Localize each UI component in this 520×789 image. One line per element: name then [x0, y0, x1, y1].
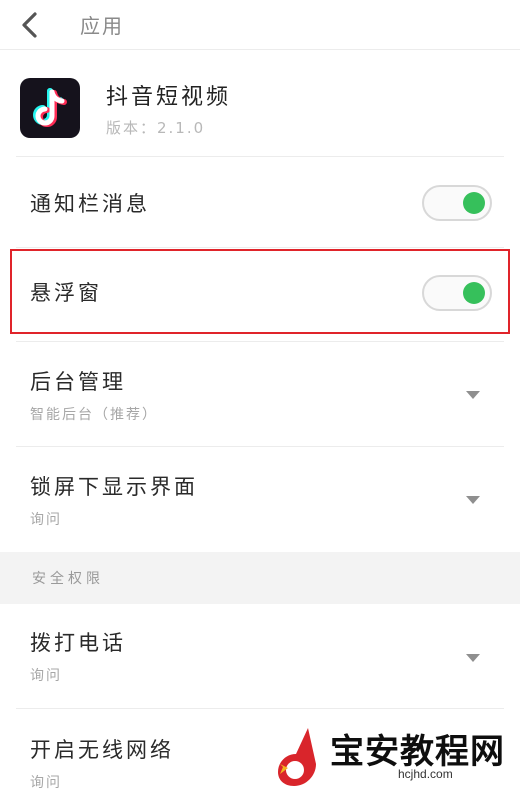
- caret-down-icon: [466, 496, 480, 504]
- background-management-value: 智能后台（推荐）: [30, 407, 158, 423]
- watermark-logo-icon: [278, 728, 316, 786]
- lockscreen-label: 锁屏下显示界面: [30, 475, 198, 499]
- toggle-knob: [463, 192, 485, 214]
- phone-call-value: 询问: [30, 668, 62, 684]
- watermark-url: hcjhd.com: [398, 767, 453, 781]
- wifi-value: 询问: [30, 775, 62, 789]
- watermark: 宝安教程网 hcjhd.com: [268, 722, 520, 789]
- section-label: 安全权限: [32, 571, 104, 587]
- divider: [16, 247, 504, 248]
- caret-down-icon: [466, 391, 480, 399]
- app-version: 版本：2.1.0: [106, 118, 206, 137]
- wifi-label: 开启无线网络: [30, 738, 174, 762]
- app-info: 抖音短视频 版本：2.1.0: [0, 62, 520, 154]
- chevron-left-icon: [22, 11, 37, 38]
- caret-down-icon: [466, 654, 480, 662]
- background-management-row[interactable]: 后台管理 智能后台（推荐）: [0, 345, 520, 445]
- lockscreen-value: 询问: [30, 512, 62, 528]
- section-header: 安全权限: [0, 552, 520, 604]
- app-name: 抖音短视频: [106, 84, 232, 110]
- notification-row[interactable]: 通知栏消息: [0, 160, 520, 246]
- background-management-label: 后台管理: [30, 370, 126, 394]
- divider: [16, 446, 504, 447]
- notification-toggle[interactable]: [422, 185, 492, 221]
- page-title: 应用: [80, 14, 124, 38]
- back-button[interactable]: [18, 3, 66, 47]
- phone-call-label: 拨打电话: [30, 631, 126, 655]
- phone-call-row[interactable]: 拨打电话 询问: [0, 606, 520, 706]
- lockscreen-row[interactable]: 锁屏下显示界面 询问: [0, 450, 520, 550]
- watermark-title: 宝安教程网: [330, 732, 505, 772]
- divider: [16, 156, 504, 157]
- notification-label: 通知栏消息: [30, 192, 150, 216]
- tiktok-icon: [20, 78, 80, 138]
- top-bar: 应用: [0, 0, 520, 50]
- divider: [16, 708, 504, 709]
- highlight-box: [10, 249, 510, 334]
- divider: [16, 341, 504, 342]
